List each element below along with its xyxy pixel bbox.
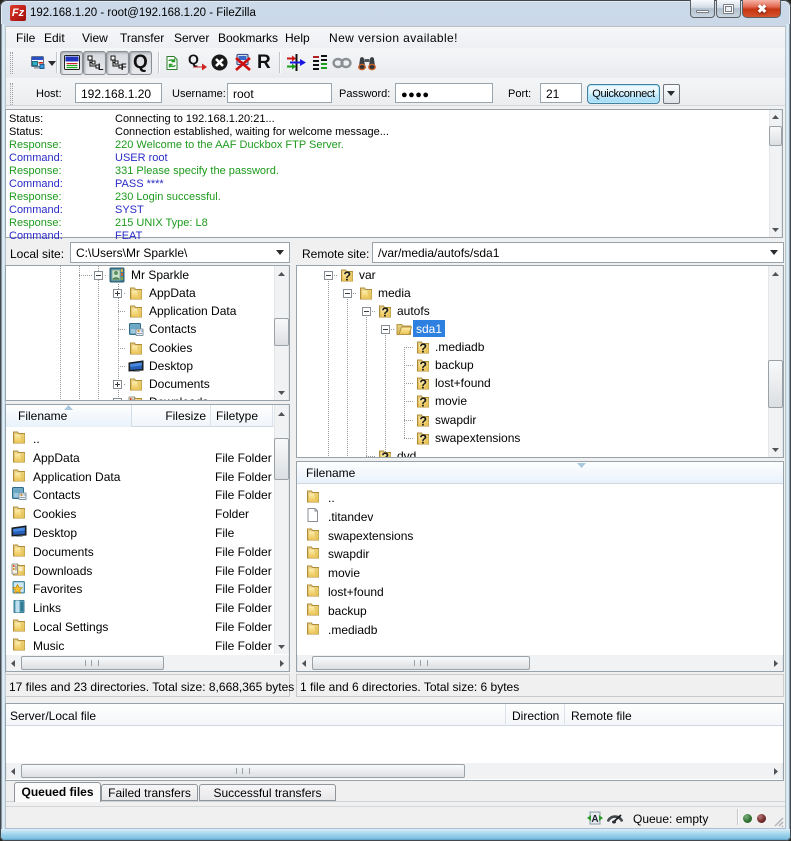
svg-text:F: F — [121, 62, 127, 72]
svg-text:L: L — [98, 62, 104, 72]
svg-text:A: A — [591, 814, 598, 825]
